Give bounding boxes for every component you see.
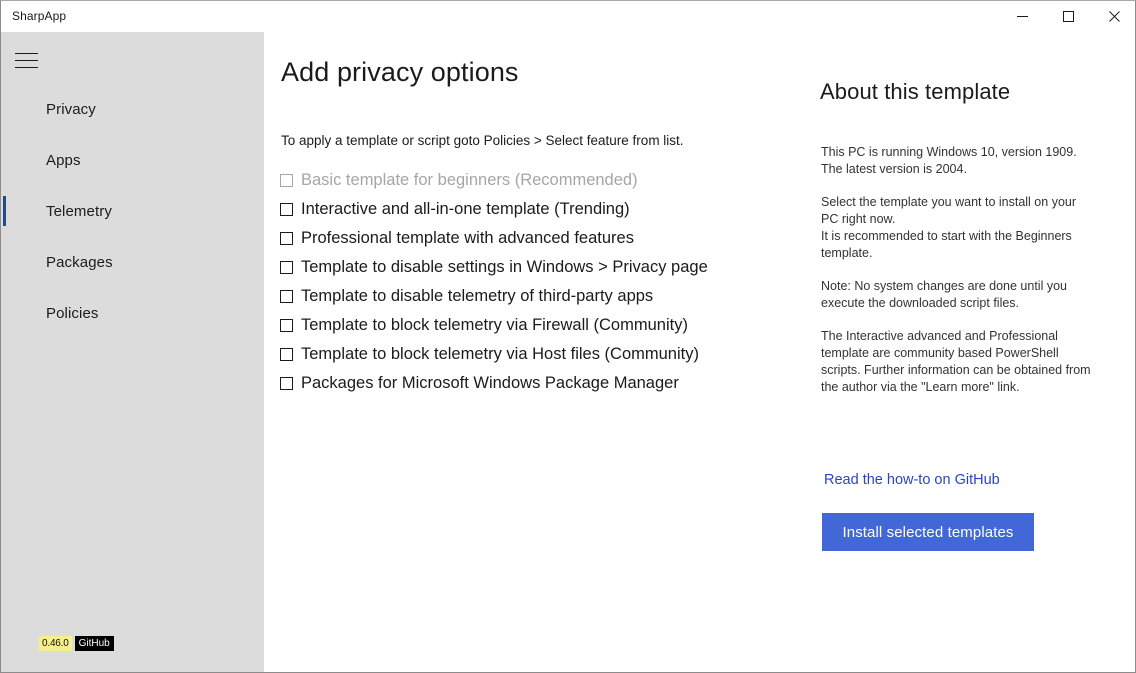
about-description: This PC is running Windows 10, version 1… xyxy=(821,144,1091,396)
install-selected-templates-button[interactable]: Install selected templates xyxy=(822,513,1034,551)
template-option-row[interactable]: Interactive and all-in-one template (Tre… xyxy=(280,195,800,224)
title-bar: SharpApp xyxy=(1,1,1135,32)
template-option-row[interactable]: Template to disable telemetry of third-p… xyxy=(280,282,800,311)
about-paragraph: Select the template you want to install … xyxy=(821,195,1077,260)
sidebar-item-label: Policies xyxy=(46,305,99,322)
template-option-label: Template to block telemetry via Firewall… xyxy=(301,316,688,334)
checkbox-icon[interactable] xyxy=(280,232,293,245)
status-badges: 0.46.0 GitHub xyxy=(39,636,114,651)
github-howto-link[interactable]: Read the how-to on GitHub xyxy=(824,472,1000,488)
minimize-icon xyxy=(1016,16,1028,17)
main-content: Add privacy options To apply a template … xyxy=(264,32,1135,672)
maximize-button[interactable] xyxy=(1045,1,1091,32)
selection-indicator xyxy=(3,196,6,226)
hamburger-icon[interactable] xyxy=(13,45,47,75)
sidebar-item-label: Telemetry xyxy=(46,203,112,220)
template-option-label: Template to disable settings in Windows … xyxy=(301,258,708,276)
template-option-row[interactable]: Template to block telemetry via Host fil… xyxy=(280,340,800,369)
version-badge: 0.46.0 xyxy=(39,636,72,651)
github-badge[interactable]: GitHub xyxy=(74,636,114,651)
about-paragraph: The Interactive advanced and Professiona… xyxy=(821,329,1091,394)
hamburger-line xyxy=(15,66,38,68)
about-paragraph: Note: No system changes are done until y… xyxy=(821,279,1067,310)
checkbox-icon[interactable] xyxy=(280,348,293,361)
template-option-row[interactable]: Template to disable settings in Windows … xyxy=(280,253,800,282)
template-option-label: Packages for Microsoft Windows Package M… xyxy=(301,374,679,392)
sidebar-item-apps[interactable]: Apps xyxy=(1,135,264,186)
checkbox-icon[interactable] xyxy=(280,377,293,390)
minimize-button[interactable] xyxy=(999,1,1045,32)
checkbox-icon[interactable] xyxy=(280,203,293,216)
window-controls xyxy=(999,1,1135,32)
page-title: Add privacy options xyxy=(281,57,519,87)
page-subtitle: To apply a template or script goto Polic… xyxy=(281,133,684,148)
window-title: SharpApp xyxy=(12,9,67,23)
about-paragraph: This PC is running Windows 10, version 1… xyxy=(821,145,1077,176)
sidebar-item-label: Privacy xyxy=(46,101,96,118)
close-icon xyxy=(1108,11,1120,22)
hamburger-line xyxy=(15,59,38,61)
about-panel: About this template This PC is running W… xyxy=(820,32,1120,672)
template-option-row[interactable]: Template to block telemetry via Firewall… xyxy=(280,311,800,340)
template-option-label: Basic template for beginners (Recommende… xyxy=(301,171,638,189)
sidebar-item-label: Apps xyxy=(46,152,81,169)
template-option-row[interactable]: Packages for Microsoft Windows Package M… xyxy=(280,369,800,398)
checkbox-icon[interactable] xyxy=(280,319,293,332)
checkbox-icon xyxy=(280,174,293,187)
about-title: About this template xyxy=(820,79,1011,104)
maximize-icon xyxy=(1062,11,1074,22)
sidebar-nav: Privacy Apps Telemetry Packages Policies xyxy=(1,84,264,339)
checkbox-icon[interactable] xyxy=(280,290,293,303)
sidebar-item-policies[interactable]: Policies xyxy=(1,288,264,339)
hamburger-line xyxy=(15,52,38,54)
sidebar-item-telemetry[interactable]: Telemetry xyxy=(1,186,264,237)
template-option-label: Professional template with advanced feat… xyxy=(301,229,634,247)
template-option-label: Template to disable telemetry of third-p… xyxy=(301,287,654,305)
sidebar: Privacy Apps Telemetry Packages Policies 0.4… xyxy=(1,32,264,672)
template-option-label: Interactive and all-in-one template (Tre… xyxy=(301,200,630,218)
sidebar-item-label: Packages xyxy=(46,254,113,271)
template-option-label: Template to block telemetry via Host fil… xyxy=(301,345,699,363)
template-option-row: Basic template for beginners (Recommende… xyxy=(280,166,800,195)
template-option-row[interactable]: Professional template with advanced feat… xyxy=(280,224,800,253)
template-options-list: Basic template for beginners (Recommende… xyxy=(280,166,800,398)
close-button[interactable] xyxy=(1091,1,1135,32)
app-window: SharpApp Privacy Apps Telemetry Packages… xyxy=(0,0,1136,673)
sidebar-item-packages[interactable]: Packages xyxy=(1,237,264,288)
checkbox-icon[interactable] xyxy=(280,261,293,274)
sidebar-item-privacy[interactable]: Privacy xyxy=(1,84,264,135)
